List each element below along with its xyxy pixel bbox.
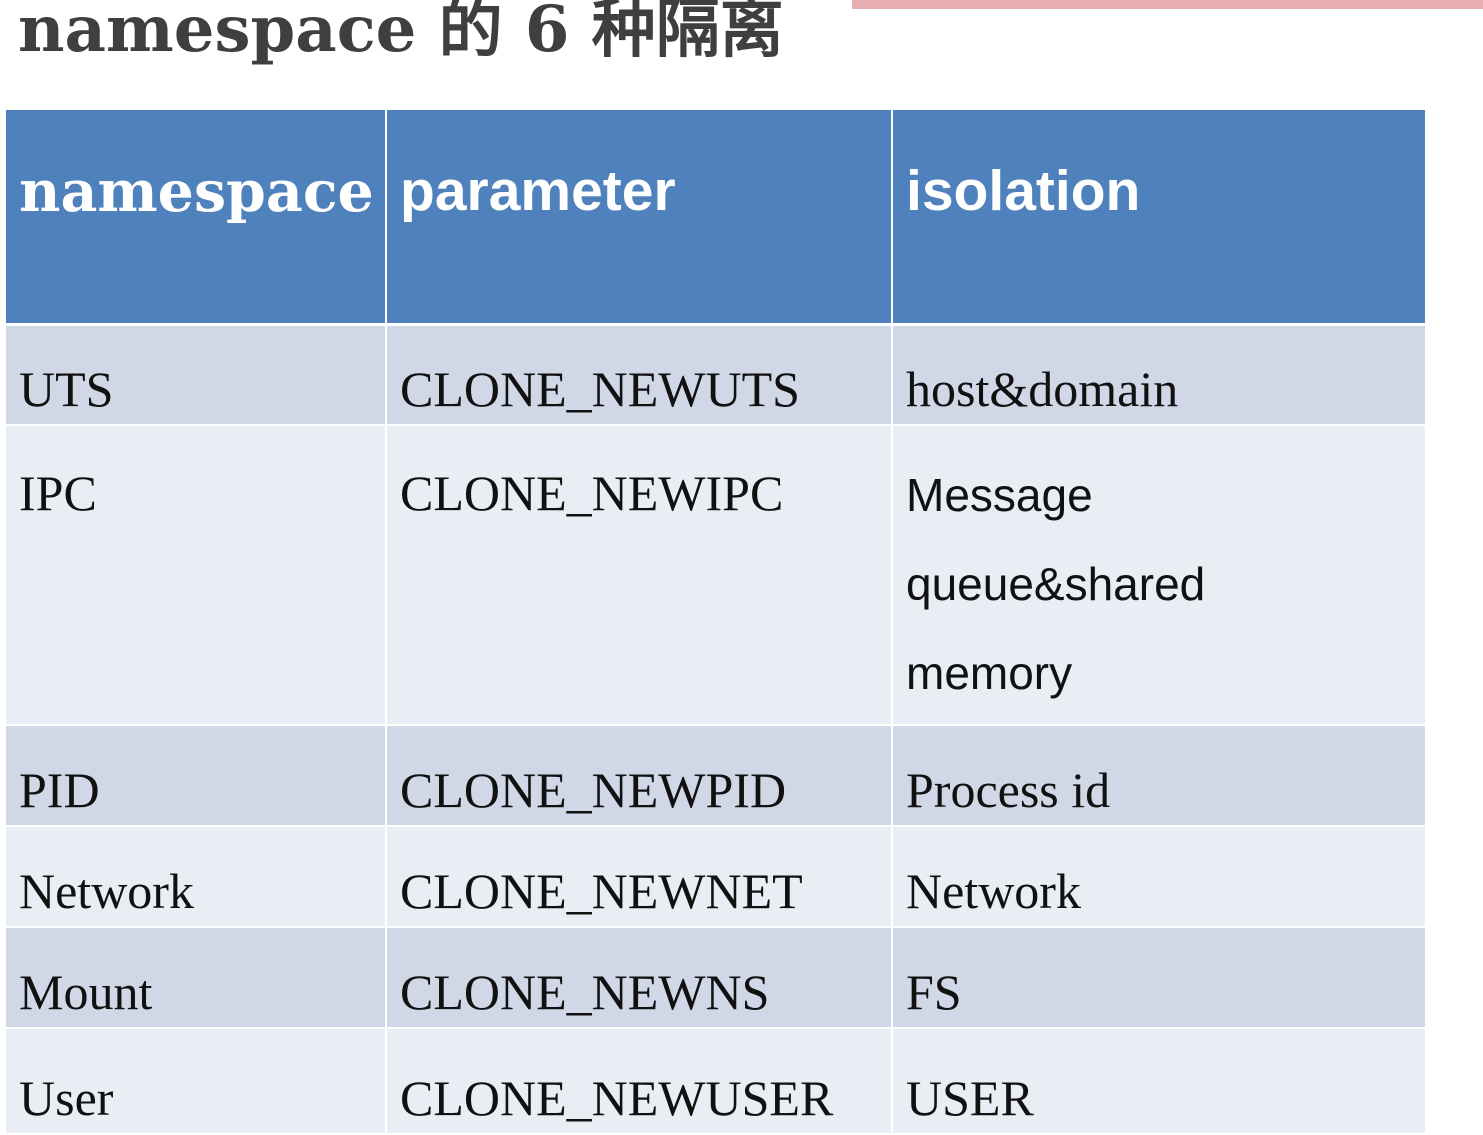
header-parameter: parameter (385, 110, 892, 326)
table-row: UTS CLONE_NEWUTS host&domain (6, 324, 1425, 426)
namespace-table: namespace parameter isolation UTS CLONE_… (6, 110, 1425, 1135)
parameter-cell: CLONE_NEWUTS (385, 324, 892, 426)
table-row: IPC CLONE_NEWIPC Message queue&shared me… (6, 425, 1425, 726)
table-row: Mount CLONE_NEWNS FS (6, 927, 1425, 1029)
parameter-cell: CLONE_NEWIPC (385, 425, 892, 726)
isolation-line: memory (906, 647, 1073, 699)
namespace-cell: UTS (6, 324, 386, 426)
isolation-cell: Process id (891, 725, 1425, 827)
namespace-cell: User (6, 1028, 386, 1135)
parameter-cell: CLONE_NEWUSER (385, 1028, 892, 1135)
namespace-cell: Network (6, 826, 386, 928)
table-header-row: namespace parameter isolation (6, 110, 1425, 326)
namespace-cell: Mount (6, 927, 386, 1029)
slide-title: namespace 的 6 种隔离 (18, 0, 784, 67)
parameter-cell: CLONE_NEWNET (385, 826, 892, 928)
isolation-line: Message (906, 469, 1093, 521)
table-row: User CLONE_NEWUSER USER (6, 1028, 1425, 1135)
table-row: Network CLONE_NEWNET Network (6, 826, 1425, 928)
isolation-line: queue&shared (906, 558, 1206, 610)
namespace-cell: PID (6, 725, 386, 827)
header-namespace: namespace (6, 110, 386, 326)
header-isolation: isolation (891, 110, 1425, 326)
isolation-cell: USER (891, 1028, 1425, 1135)
namespace-cell: IPC (6, 425, 386, 726)
isolation-cell: FS (891, 927, 1425, 1029)
accent-bar (852, 0, 1483, 9)
isolation-cell: host&domain (891, 324, 1425, 426)
parameter-cell: CLONE_NEWPID (385, 725, 892, 827)
parameter-cell: CLONE_NEWNS (385, 927, 892, 1029)
table-row: PID CLONE_NEWPID Process id (6, 725, 1425, 827)
isolation-cell: Network (891, 826, 1425, 928)
isolation-cell: Message queue&shared memory (891, 425, 1425, 726)
